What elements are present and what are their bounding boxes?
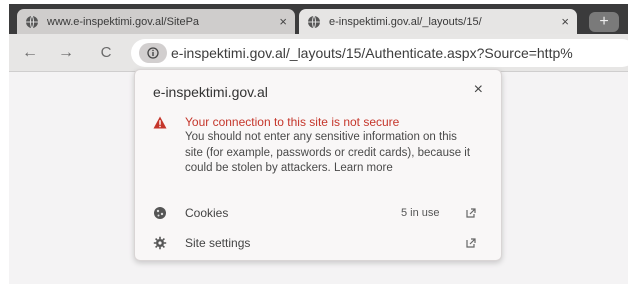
site-info-popup: e-inspektimi.gov.al × Your connection to… xyxy=(134,69,502,261)
forward-button[interactable]: → xyxy=(55,42,77,64)
cookies-label: Cookies xyxy=(185,206,229,220)
new-tab-button[interactable]: + xyxy=(589,12,619,32)
warning-text: You should not enter any sensitive infor… xyxy=(185,131,471,174)
warning-icon xyxy=(153,116,167,129)
reload-button[interactable]: C xyxy=(95,42,117,64)
tab-title: e-inspektimi.gov.al/_layouts/15/ xyxy=(329,15,482,28)
site-info-button[interactable] xyxy=(139,43,167,63)
tab-title: www.e-inspektimi.gov.al/SitePa xyxy=(47,15,200,28)
warning-title: Your connection to this site is not secu… xyxy=(185,115,400,129)
tab-site-pages[interactable]: www.e-inspektimi.gov.al/SitePa × xyxy=(17,9,295,34)
info-icon xyxy=(147,47,159,59)
close-icon[interactable]: × xyxy=(474,81,483,99)
tab-close-icon[interactable]: × xyxy=(279,14,287,29)
url-text: e-inspektimi.gov.al/_layouts/15/Authenti… xyxy=(171,45,573,61)
tab-authenticate[interactable]: e-inspektimi.gov.al/_layouts/15/ × xyxy=(299,9,577,34)
popup-domain: e-inspektimi.gov.al xyxy=(153,84,268,100)
tab-strip: www.e-inspektimi.gov.al/SitePa × e-inspe… xyxy=(9,4,628,34)
site-settings-label: Site settings xyxy=(185,236,251,250)
cookie-icon xyxy=(153,206,167,220)
address-bar[interactable]: e-inspektimi.gov.al/_layouts/15/Authenti… xyxy=(131,39,628,67)
browser-window: www.e-inspektimi.gov.al/SitePa × e-inspe… xyxy=(9,4,628,284)
gear-icon xyxy=(153,236,167,250)
warning-body: You should not enter any sensitive infor… xyxy=(185,130,475,177)
globe-icon xyxy=(307,15,321,29)
cookies-row[interactable]: Cookies 5 in use xyxy=(135,199,503,227)
external-link-icon[interactable] xyxy=(465,237,477,249)
learn-more-link[interactable]: Learn more xyxy=(334,162,393,174)
external-link-icon[interactable] xyxy=(465,207,477,219)
cookies-count: 5 in use xyxy=(401,207,440,219)
back-button[interactable]: ← xyxy=(19,42,41,64)
globe-icon xyxy=(25,15,39,29)
tab-close-icon[interactable]: × xyxy=(561,14,569,29)
site-settings-row[interactable]: Site settings xyxy=(135,229,503,257)
browser-toolbar: ← → C e-inspektimi.gov.al/_layouts/15/Au… xyxy=(9,34,628,72)
